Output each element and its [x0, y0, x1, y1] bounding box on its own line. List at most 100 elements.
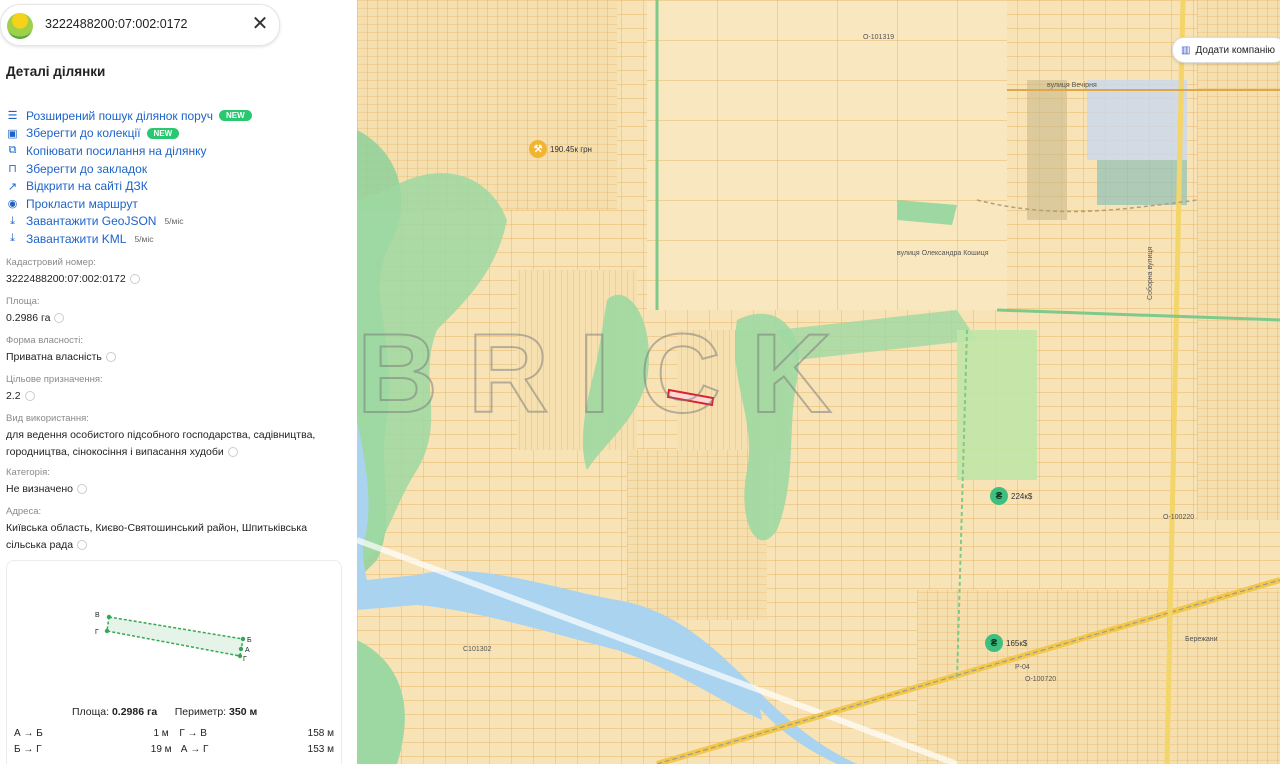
- price-label: 190.45к грн: [550, 144, 592, 154]
- hryvnia-icon: ₴: [990, 487, 1008, 505]
- area-value: 0.2986 га: [6, 312, 51, 324]
- save-bookmark-action[interactable]: ⊓ Зберегти до закладок: [6, 160, 252, 178]
- price-marker[interactable]: ₴ 165к$: [985, 634, 1027, 652]
- quota-badge: 5/міс: [164, 216, 184, 227]
- download-geojson-link[interactable]: ⤓ Завантажити GeoJSON 5/міс: [6, 213, 252, 231]
- address-value-line1: Київська область, Києво-Святошинський ра…: [6, 522, 308, 534]
- watermark-text: BRICK: [357, 311, 862, 436]
- street-label: Соборна вулиця: [1147, 246, 1154, 300]
- perimeter-stat-label: Периметр:: [174, 706, 227, 718]
- add-company-button[interactable]: ▥ Додати компанію: [1172, 37, 1280, 63]
- purpose-value: 2.2: [6, 390, 21, 402]
- quota-badge: 5/міс: [134, 233, 154, 244]
- hammer-icon: ⚒: [529, 140, 547, 158]
- info-icon[interactable]: [54, 313, 65, 324]
- side-to: Г → В: [179, 728, 207, 739]
- filter-icon: ☰: [7, 110, 18, 123]
- field-label: Цільове призначення:: [6, 374, 103, 385]
- field-value: 3222488200:07:002:0172: [6, 271, 140, 288]
- info-icon[interactable]: [105, 352, 116, 363]
- field-label: Форма власності:: [6, 335, 84, 346]
- hryvnia-icon: ₴: [985, 634, 1003, 652]
- field-label: Кадастровий номер:: [6, 257, 96, 268]
- field-value: 2.2: [6, 388, 103, 405]
- building-icon: ▥: [1181, 44, 1191, 56]
- save-to-collection-link[interactable]: ▣ Зберегти до колекції NEW: [6, 125, 252, 143]
- address-field: Адреса: Київська область, Києво-Святошин…: [6, 503, 307, 554]
- street-label: Бережани: [1185, 636, 1218, 643]
- app-logo[interactable]: [7, 13, 33, 39]
- area-field: Площа: 0.2986 га: [6, 293, 65, 327]
- parcel-details-panel: 3222488200:07:002:0172 ✕ Деталі ділянки …: [0, 0, 358, 764]
- side-to: А → Г: [180, 744, 209, 755]
- area-stat-label: Площа:: [72, 706, 110, 718]
- price-marker[interactable]: ⚒ 190.45к грн: [529, 140, 592, 158]
- field-value: Не визначено: [6, 481, 87, 498]
- side-length: 153 м: [307, 744, 334, 755]
- street-label: О-100720: [1025, 676, 1057, 683]
- action-label: Копіювати посилання на ділянку: [26, 143, 207, 158]
- download-icon: ⤓: [10, 214, 15, 227]
- price-marker[interactable]: ₴ 224к$: [990, 487, 1032, 505]
- side-mid: 1 м: [153, 728, 169, 739]
- category-field: Категорія: Не визначено: [6, 464, 87, 498]
- vertex-label: Г: [95, 629, 99, 636]
- action-label: Зберегти до закладок: [26, 161, 148, 176]
- plot-shape: В Г Б А Г: [95, 612, 252, 663]
- download-icon: ⤓: [10, 232, 15, 245]
- cadastral-map[interactable]: BRICK ▥ Додати компанію ⚒ 190.45к грн ₴ …: [357, 0, 1280, 764]
- collection-icon: ▣: [7, 127, 18, 140]
- info-icon[interactable]: [129, 274, 140, 285]
- side-from: Б → Г: [14, 744, 42, 755]
- perimeter-stat-value: 350 м: [229, 706, 258, 718]
- action-label: Прокласти маршрут: [26, 196, 138, 211]
- street-label: С101302: [463, 646, 492, 653]
- table-row: Б → Г 19 м А → Г 153 м: [14, 744, 334, 760]
- side-from: А → Б: [14, 728, 43, 739]
- price-label: 165к$: [1006, 638, 1028, 648]
- download-kml-link[interactable]: ⤓ Завантажити KML 5/міс: [6, 230, 252, 248]
- info-icon[interactable]: [227, 447, 238, 458]
- field-value: городництва, сінокосіння і випасання худ…: [6, 444, 315, 461]
- field-label: Адреса:: [6, 506, 42, 517]
- street-label: О-100220: [1163, 514, 1195, 521]
- map-canvas[interactable]: BRICK: [357, 0, 1280, 764]
- advanced-search-link[interactable]: ☰ Розширений пошук ділянок поруч NEW: [6, 107, 252, 125]
- address-value-line2: сільська рада: [6, 539, 74, 551]
- usage-value-line1: для ведення особистого підсобного господ…: [6, 429, 316, 441]
- side-lengths-table: А → Б 1 м Г → В 158 м Б → Г 19 м А → Г 1…: [14, 728, 334, 760]
- search-input[interactable]: 3222488200:07:002:0172: [45, 17, 188, 31]
- new-badge: NEW: [146, 127, 180, 139]
- add-company-label: Додати компанію: [1195, 44, 1276, 56]
- search-bar[interactable]: 3222488200:07:002:0172 ✕: [0, 4, 280, 46]
- category-value: Не визначено: [6, 483, 73, 495]
- cadastral-field: Кадастровий номер: 3222488200:07:002:017…: [6, 254, 140, 288]
- info-icon[interactable]: [77, 540, 88, 551]
- field-value: сільська рада: [6, 537, 307, 554]
- route-link[interactable]: ◉ Прокласти маршрут: [6, 195, 252, 213]
- field-label: Вид використання:: [6, 413, 89, 424]
- location-pin-icon: ◉: [7, 198, 18, 211]
- cadastral-number: 3222488200:07:002:0172: [6, 273, 126, 285]
- copy-link-action[interactable]: ⧉ Копіювати посилання на ділянку: [6, 142, 252, 160]
- purpose-field: Цільове призначення: 2.2: [6, 371, 103, 405]
- field-value: 0.2986 га: [6, 310, 65, 327]
- street-label: Р-04: [1015, 664, 1030, 671]
- usage-field: Вид використання: для ведення особистого…: [6, 410, 315, 461]
- street-label: вулиця Олександра Кошиця: [897, 250, 989, 257]
- vertex-label: А: [245, 647, 250, 654]
- close-icon[interactable]: ✕: [249, 13, 271, 35]
- info-icon[interactable]: [76, 484, 87, 495]
- open-dzk-link[interactable]: ↗ Відкрити на сайті ДЗК: [6, 177, 252, 195]
- panel-title: Деталі ділянки: [6, 64, 106, 79]
- link-icon: ⧉: [8, 144, 17, 157]
- new-badge: NEW: [218, 110, 252, 122]
- ownership-value: Приватна власність: [6, 351, 102, 363]
- usage-value-line2: городництва, сінокосіння і випасання худ…: [6, 446, 224, 458]
- bookmark-icon: ⊓: [8, 163, 17, 176]
- info-icon[interactable]: [24, 391, 35, 402]
- price-label: 224к$: [1011, 491, 1033, 501]
- field-label: Категорія:: [6, 467, 50, 478]
- plot-stats: Площа: 0.2986 га Периметр: 350 м: [72, 706, 257, 718]
- field-label: Площа:: [6, 296, 40, 307]
